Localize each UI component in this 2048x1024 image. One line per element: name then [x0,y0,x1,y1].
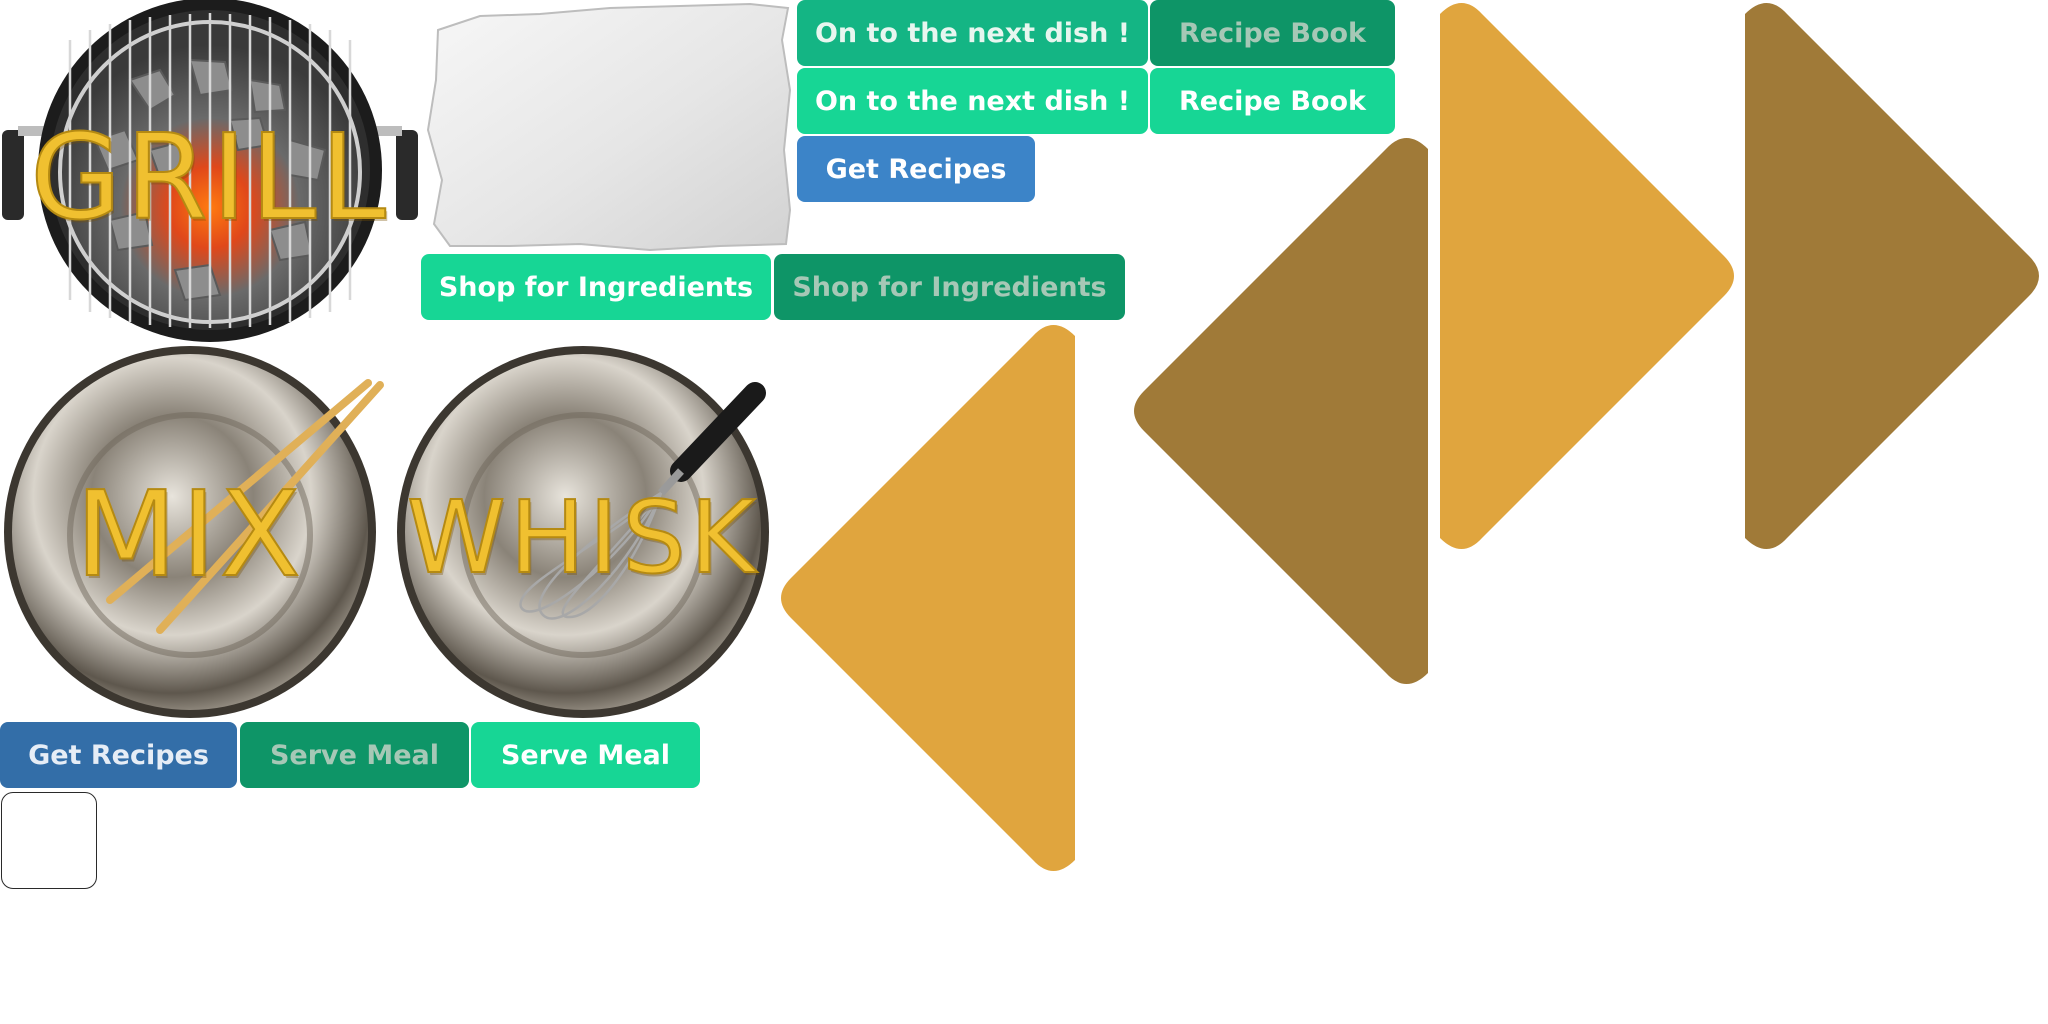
recipe-book-button[interactable]: Recipe Book [1150,68,1395,134]
grill-icon [2,0,418,342]
recipe-book-button-disabled[interactable]: Recipe Book [1150,0,1395,66]
arrow-right-brown[interactable] [1740,0,2045,552]
bowl-whisk-icon [397,346,769,718]
get-recipes-button-pressed[interactable]: Get Recipes [0,722,237,788]
shop-ingredients-button-disabled[interactable]: Shop for Ingredients [774,254,1125,320]
arrow-left-icon [781,325,1075,871]
grill-tile[interactable]: GRILL [0,0,420,342]
bowl-chopsticks-icon [4,346,384,718]
serve-meal-button[interactable]: Serve Meal [471,722,700,788]
arrow-left-gold[interactable] [775,322,1081,874]
next-dish-button-pressed[interactable]: On to the next dish ! [797,0,1148,66]
arrow-right-icon [1745,3,2039,549]
next-dish-button[interactable]: On to the next dish ! [797,68,1148,134]
shop-ingredients-button[interactable]: Shop for Ingredients [421,254,771,320]
paper-panel [420,0,792,252]
whisk-tile[interactable]: WHISK [393,345,773,720]
arrow-left-brown[interactable] [1128,135,1433,687]
arrow-right-gold[interactable] [1435,0,1740,552]
serve-meal-button-disabled[interactable]: Serve Meal [240,722,469,788]
sprite-sheet: GRILL On to the next dish ! Recipe Book … [0,0,2048,1024]
mix-tile[interactable]: MIX [0,345,384,720]
torn-paper-icon [426,2,792,252]
arrow-left-icon [1134,138,1428,684]
arrow-right-icon [1440,3,1734,549]
get-recipes-button[interactable]: Get Recipes [797,136,1035,202]
empty-slot [1,792,97,889]
